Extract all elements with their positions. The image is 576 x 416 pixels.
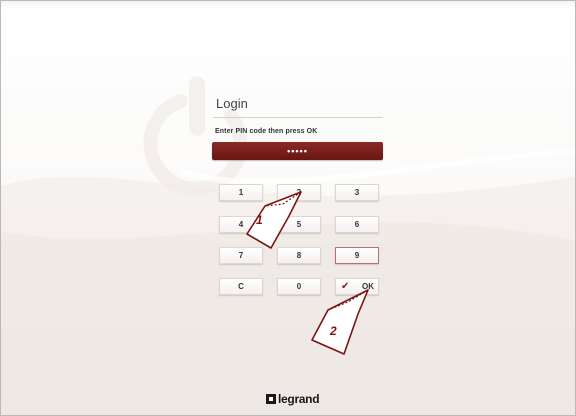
- brand-logo: legrand: [266, 392, 320, 406]
- key-9[interactable]: 9: [335, 247, 379, 264]
- login-title: Login: [216, 96, 248, 111]
- pin-input-field[interactable]: •••••: [212, 142, 383, 160]
- step-2-number: 2: [330, 324, 337, 338]
- key-6[interactable]: 6: [335, 216, 379, 233]
- step-1-number: 1: [256, 213, 263, 227]
- legrand-square-icon: [266, 394, 276, 404]
- login-screen: Login Enter PIN code then press OK •••••…: [0, 0, 576, 416]
- brand-name: legrand: [278, 392, 320, 406]
- title-divider: [213, 117, 383, 118]
- pin-instruction: Enter PIN code then press OK: [215, 128, 318, 135]
- pointer-hand-icon-1: [246, 191, 302, 249]
- key-clear[interactable]: C: [219, 278, 263, 295]
- pointer-hand-icon-2: [311, 289, 369, 355]
- key-3[interactable]: 3: [335, 184, 379, 201]
